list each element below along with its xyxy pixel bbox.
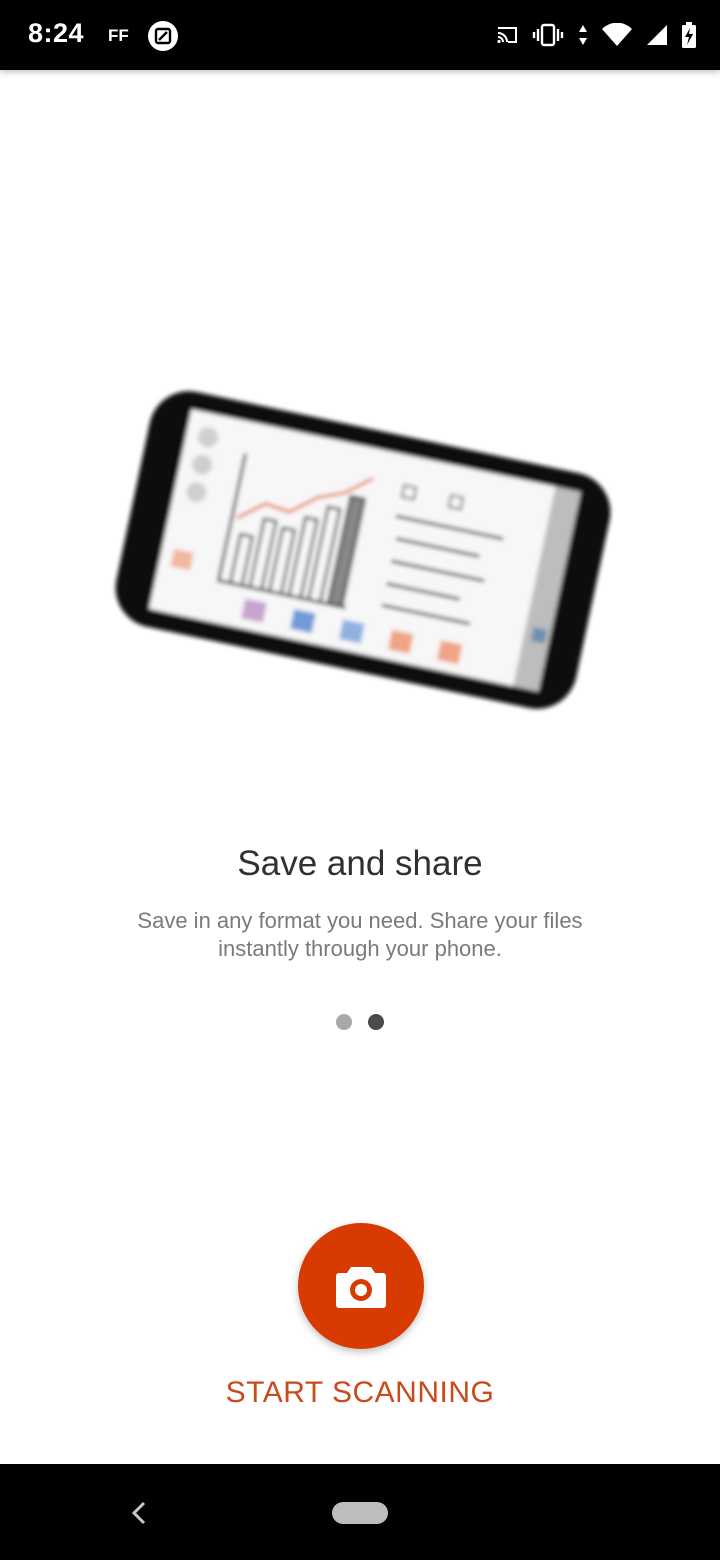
start-scanning-button[interactable]: [298, 1223, 424, 1349]
status-bar: 8:24 FF: [0, 0, 720, 70]
status-time: 8:24: [28, 18, 85, 48]
onboarding-title: Save and share: [237, 844, 483, 883]
camera-icon: [336, 1267, 386, 1308]
start-scanning-label[interactable]: START SCANNING: [0, 1376, 720, 1410]
wifi-icon: [602, 23, 632, 47]
page-dot-2-active[interactable]: [368, 1014, 384, 1030]
hero-illustration: [108, 360, 618, 740]
battery-charging-icon: [682, 22, 696, 48]
page-dot-1[interactable]: [336, 1014, 352, 1030]
edit-image-icon: [147, 20, 179, 52]
data-arrows-icon: [578, 24, 588, 46]
signal-icon: [646, 24, 668, 46]
status-icons: [496, 18, 696, 52]
onboarding-description: Save in any format you need. Share your …: [137, 908, 583, 961]
back-icon[interactable]: [128, 1497, 148, 1534]
cast-icon: [496, 26, 518, 44]
notification-ff-icon: FF: [108, 26, 129, 45]
vibrate-icon: [532, 23, 564, 47]
navigation-bar: [0, 1464, 720, 1560]
home-pill-icon[interactable]: [332, 1502, 388, 1524]
page-indicator: [336, 1014, 396, 1030]
